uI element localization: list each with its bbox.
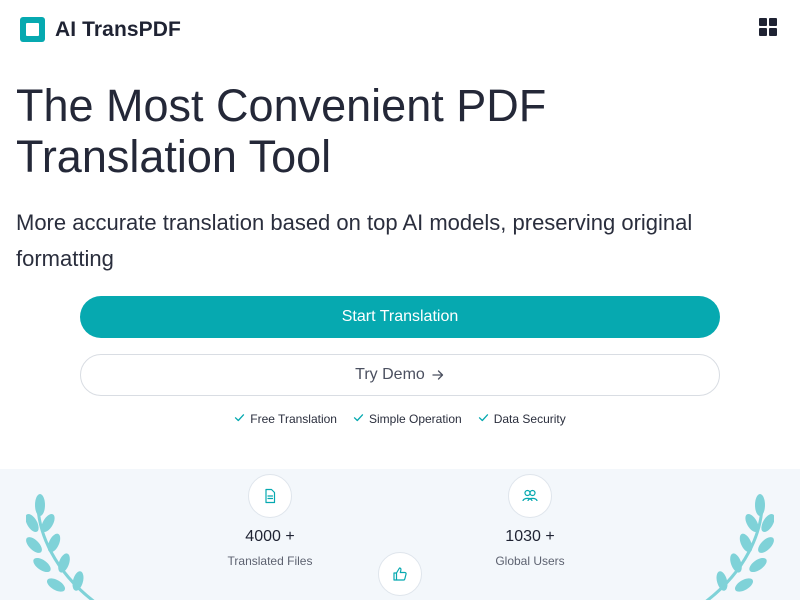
start-translation-label: Start Translation	[341, 308, 459, 325]
stat-label: Translated Files	[227, 554, 313, 568]
stat-value: 1030 +	[505, 528, 555, 545]
header: AI TransPDF	[0, 0, 800, 62]
try-demo-label: Try Demo	[355, 366, 425, 383]
try-demo-button[interactable]: Try Demo	[80, 354, 720, 396]
document-icon	[248, 474, 292, 518]
feature-item: Simple Operation	[353, 412, 462, 426]
users-icon	[508, 474, 552, 518]
check-icon	[478, 412, 489, 426]
thumbs-up-icon	[378, 552, 422, 596]
check-icon	[353, 412, 364, 426]
arrow-right-icon	[431, 368, 445, 382]
logo-icon	[20, 17, 45, 42]
start-translation-button[interactable]: Start Translation	[80, 296, 720, 338]
hero-subtitle: More accurate translation based on top A…	[16, 210, 693, 271]
title-line-2: Translation Tool	[16, 131, 332, 182]
grid-menu-icon[interactable]	[759, 18, 777, 36]
brand-name: AI TransPDF	[55, 17, 181, 41]
feature-label: Simple Operation	[368, 412, 462, 426]
stat-value: 4000 +	[245, 528, 295, 545]
feature-label: Data Security	[493, 412, 566, 426]
check-icon	[234, 412, 245, 426]
feature-item: Data Security	[478, 412, 566, 426]
feature-item: Free Translation	[234, 412, 337, 426]
page-title: The Most Convenient PDF Translation Tool	[16, 80, 716, 182]
feature-list: Free Translation Simple Operation Data S…	[0, 412, 800, 426]
brand-logo[interactable]: AI TransPDF	[20, 17, 181, 42]
laurel-left-icon	[26, 494, 95, 600]
stat-label: Global Users	[495, 554, 565, 568]
title-line-1: The Most Convenient PDF	[16, 80, 547, 131]
feature-label: Free Translation	[250, 412, 337, 426]
stats-section: 4000 + Translated Files 1030 + Global Us…	[0, 469, 800, 600]
laurel-right-icon	[705, 494, 774, 600]
